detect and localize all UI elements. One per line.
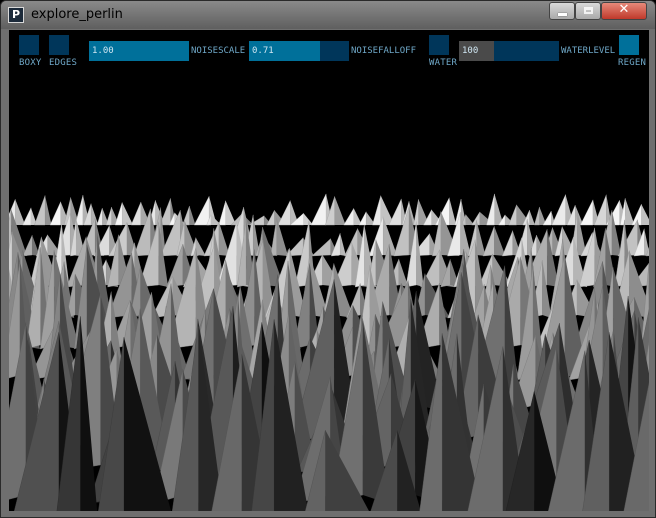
regen-button[interactable] — [619, 35, 639, 55]
app-window: P explore_perlin ✕ BOXY EDGES 1.00 NOISE… — [0, 0, 656, 518]
regen-label: REGEN — [618, 58, 647, 68]
noisefalloff-value: 0.71 — [252, 46, 274, 56]
noisefalloff-label: NOISEFALLOFF — [351, 46, 417, 56]
terrain-mesh — [9, 193, 649, 511]
close-button[interactable]: ✕ — [601, 2, 647, 20]
window-title: explore_perlin — [31, 7, 123, 22]
processing-app-icon: P — [8, 7, 24, 23]
noisescale-label: NOISESCALE — [191, 46, 246, 56]
edges-toggle[interactable] — [49, 35, 69, 55]
minimize-icon — [558, 13, 567, 16]
water-toggle[interactable] — [429, 35, 449, 55]
boxy-label: BOXY — [19, 58, 42, 68]
noisescale-slider[interactable]: 1.00 — [89, 41, 189, 61]
water-label: WATER — [429, 58, 458, 68]
maximize-button[interactable] — [575, 2, 601, 20]
sketch-canvas[interactable]: BOXY EDGES 1.00 NOISESCALE 0.71 NOISEFAL… — [9, 30, 649, 511]
close-icon: ✕ — [618, 2, 630, 17]
edges-label: EDGES — [49, 58, 78, 68]
waterlevel-label: WATERLEVEL — [561, 46, 616, 56]
maximize-icon — [584, 7, 593, 14]
boxy-toggle[interactable] — [19, 35, 39, 55]
title-bar[interactable]: P explore_perlin ✕ — [1, 1, 655, 29]
minimize-button[interactable] — [549, 2, 575, 20]
waterlevel-value: 100 — [462, 46, 479, 56]
noisefalloff-slider[interactable]: 0.71 — [249, 41, 349, 61]
waterlevel-slider[interactable]: 100 — [459, 41, 559, 61]
noisescale-value: 1.00 — [92, 46, 114, 56]
